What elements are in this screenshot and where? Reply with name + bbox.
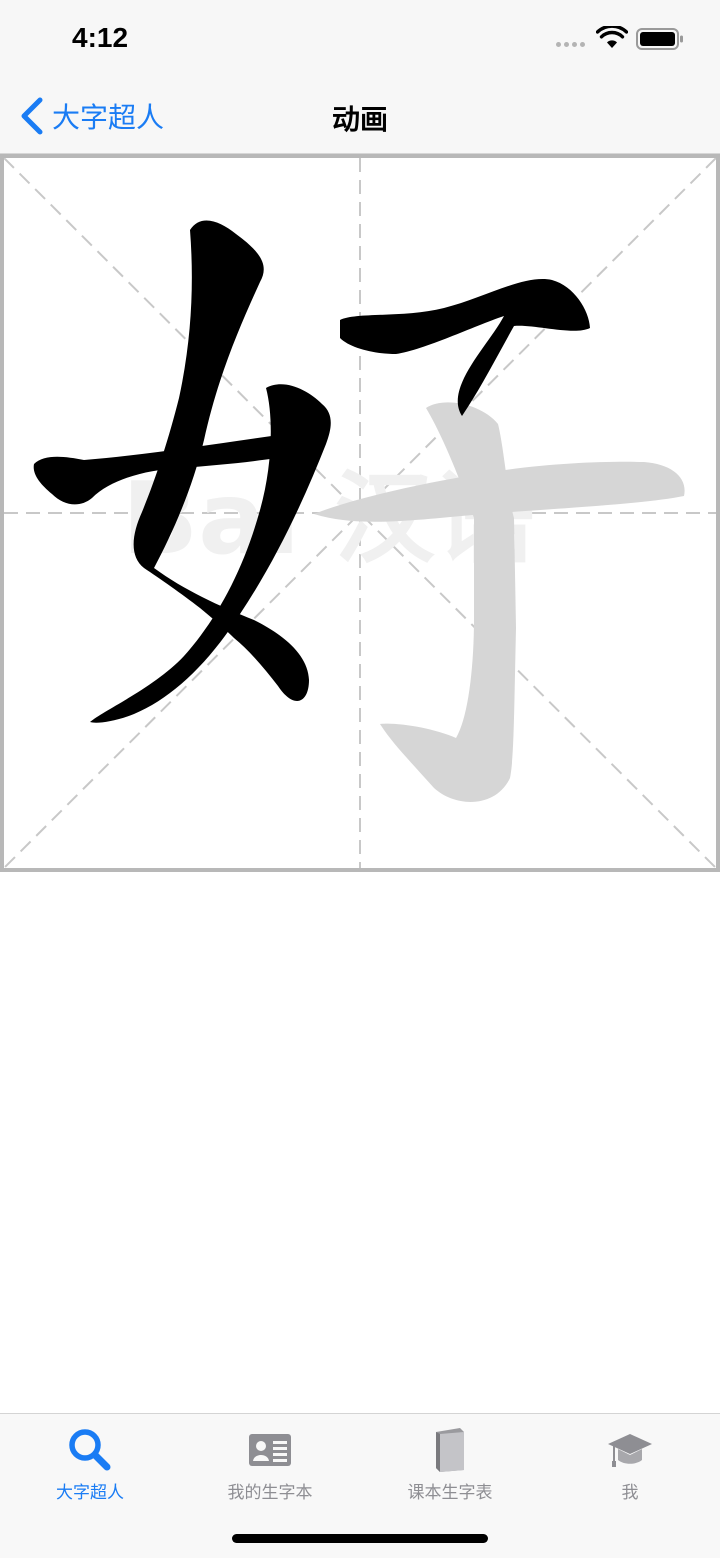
- battery-icon: [636, 28, 683, 50]
- tab-textbook-words[interactable]: 课本生字表: [360, 1414, 540, 1514]
- status-time: 4:12: [72, 22, 129, 53]
- tab-my-words[interactable]: 我的生字本: [180, 1414, 360, 1514]
- navigation-bar: 大字超人 动画: [0, 80, 720, 154]
- home-indicator: [232, 1534, 488, 1543]
- tab-label: 课本生字表: [407, 1483, 493, 1503]
- stroke-animation-canvas: Bai 汉语: [4, 158, 716, 868]
- wifi-icon: [596, 26, 628, 48]
- tab-label: 大字超人: [56, 1483, 124, 1503]
- tab-dazi-chaoren[interactable]: 大字超人: [0, 1414, 180, 1514]
- status-bar: 4:12: [0, 0, 720, 80]
- cellular-signal-icon: [556, 42, 585, 47]
- page-title: 动画: [331, 103, 388, 136]
- tab-label: 我: [621, 1483, 639, 1503]
- id-card-icon: [249, 1434, 291, 1466]
- tab-me[interactable]: 我: [540, 1414, 720, 1514]
- graduation-cap-icon: [608, 1434, 652, 1467]
- character-stroke-grid[interactable]: Bai 汉语: [0, 154, 720, 872]
- tab-label: 我的生字本: [227, 1483, 313, 1503]
- book-icon: [436, 1428, 464, 1472]
- search-icon: [69, 1429, 111, 1471]
